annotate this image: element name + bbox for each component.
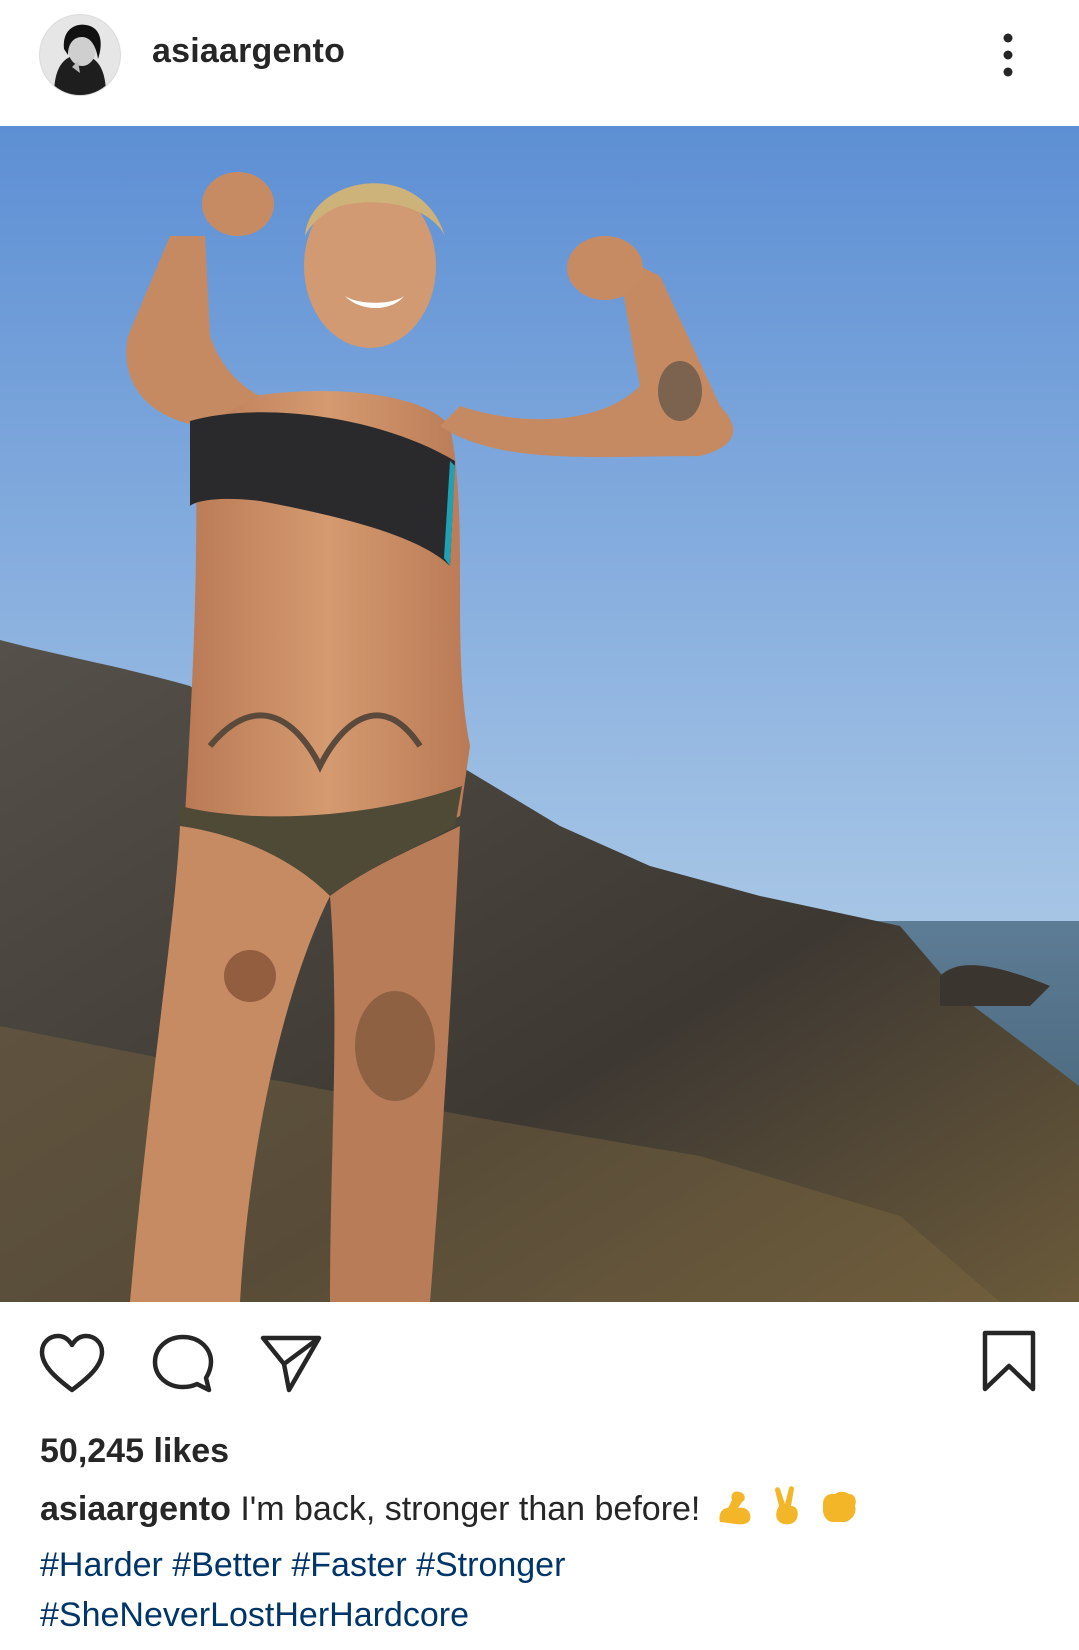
caption-text: I'm back, stronger than before!	[240, 1490, 701, 1528]
flexed-biceps-emoji	[716, 1488, 756, 1540]
hashtag[interactable]: #SheNeverLostHerHardcore	[40, 1596, 469, 1634]
hashtag[interactable]: #Better	[172, 1546, 282, 1584]
bookmark-icon[interactable]	[980, 1328, 1038, 1399]
caption-line-2: #Harder #Better #Faster #Stronger	[40, 1540, 1040, 1590]
hashtag[interactable]: #Faster	[291, 1546, 406, 1584]
caption-line-3: #SheNeverLostHerHardcore	[40, 1590, 1040, 1640]
post-image	[0, 126, 1079, 1302]
action-bar	[0, 1302, 1079, 1402]
avatar[interactable]	[40, 15, 120, 95]
hashtag[interactable]: #Harder	[40, 1546, 163, 1584]
paper-plane-icon[interactable]	[258, 1332, 324, 1401]
likes-count[interactable]: 50,245 likes	[40, 1432, 229, 1471]
post-username[interactable]: asiaargento	[152, 32, 345, 71]
post-header: asiaargento	[0, 0, 1079, 126]
heart-icon[interactable]	[38, 1332, 106, 1399]
post-photo[interactable]	[0, 126, 1079, 1302]
comment-icon[interactable]	[150, 1332, 216, 1401]
oncoming-fist-emoji	[819, 1490, 859, 1540]
caption-line-1: asiaargento I'm back, stronger than befo…	[40, 1484, 1040, 1540]
post-caption: asiaargento I'm back, stronger than befo…	[40, 1484, 1040, 1640]
more-vertical-icon[interactable]	[996, 32, 1020, 78]
avatar-image	[40, 15, 120, 95]
hashtag[interactable]: #Stronger	[416, 1546, 565, 1584]
caption-username[interactable]: asiaargento	[40, 1490, 231, 1528]
victory-hand-emoji	[771, 1486, 803, 1540]
